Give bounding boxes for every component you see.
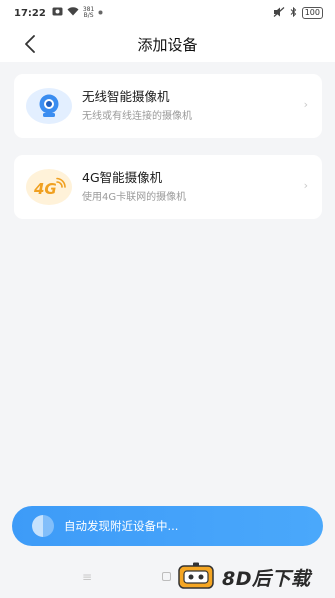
chevron-left-icon: [25, 35, 35, 53]
4g-camera-icon: 4G: [26, 169, 72, 205]
page-title: 添加设备: [137, 35, 198, 54]
device-name: 无线智能摄像机: [82, 89, 170, 104]
nav-home-icon[interactable]: [162, 572, 171, 581]
device-name: 4G智能摄像机: [82, 170, 163, 185]
4g-icon-text: 4G: [33, 180, 57, 197]
net-speed: 381 B/S: [83, 7, 94, 19]
status-time: 17:22: [14, 7, 46, 19]
status-bar: 17:22 381 B/S 100: [0, 0, 335, 26]
device-description: 无线或有线连接的摄像机: [82, 111, 192, 122]
message-icon: [52, 7, 63, 19]
wifi-icon: [67, 7, 79, 19]
watermark-text: 8D后下载: [222, 567, 311, 590]
net-speed-unit: B/S: [83, 12, 94, 19]
bluetooth-icon: [290, 6, 297, 20]
mute-icon: [273, 6, 285, 20]
status-left-icons: 381 B/S: [52, 7, 103, 19]
notification-dot-icon: [98, 9, 103, 18]
device-description: 使用4G卡联网的摄像机: [82, 192, 187, 203]
auto-discover-button[interactable]: 自动发现附近设备中...: [12, 506, 323, 546]
battery-indicator: 100: [301, 7, 323, 19]
chevron-right-icon: ›: [303, 98, 308, 111]
device-card-wireless-camera[interactable]: 无线智能摄像机 无线或有线连接的摄像机 ›: [14, 74, 322, 138]
wireless-camera-icon: [26, 88, 72, 124]
nav-menu-icon[interactable]: ≡: [82, 570, 92, 584]
device-card-4g-camera[interactable]: 4G 4G智能摄像机 使用4G卡联网的摄像机 ›: [14, 155, 322, 219]
auto-discover-label: 自动发现附近设备中...: [64, 519, 179, 533]
back-button[interactable]: [16, 30, 44, 58]
chevron-right-icon: ›: [303, 179, 308, 192]
loading-spinner-icon: [32, 515, 54, 537]
robot-logo-icon: [178, 562, 214, 589]
header: 添加设备: [0, 26, 335, 62]
watermark-logo: 8D后下载: [176, 562, 311, 592]
status-right-icons: 100: [273, 6, 323, 20]
